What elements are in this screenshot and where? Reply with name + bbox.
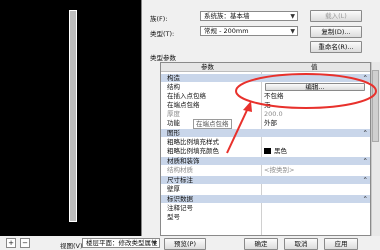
view-select[interactable]: 楼层平面：修改类型属性 ▼ xyxy=(82,238,160,248)
annotation-arrow-line xyxy=(226,107,249,154)
annotation-arrowhead xyxy=(243,101,252,112)
chevron-down-icon: ▼ xyxy=(152,240,157,247)
apply-button[interactable]: 应用 xyxy=(324,238,358,250)
cancel-button[interactable]: 取消 xyxy=(284,238,318,250)
annotation-ellipse xyxy=(235,73,377,109)
zoom-out-icon[interactable]: − xyxy=(20,238,30,248)
view-label: 视图(V): xyxy=(60,242,85,250)
zoom-in-icon[interactable]: + xyxy=(6,238,16,248)
annotation-overlay xyxy=(226,73,377,154)
view-value: 楼层平面：修改类型属性 xyxy=(86,239,158,247)
ok-button[interactable]: 确定 xyxy=(244,238,278,250)
preview-button[interactable]: 预览(P) xyxy=(164,238,206,250)
